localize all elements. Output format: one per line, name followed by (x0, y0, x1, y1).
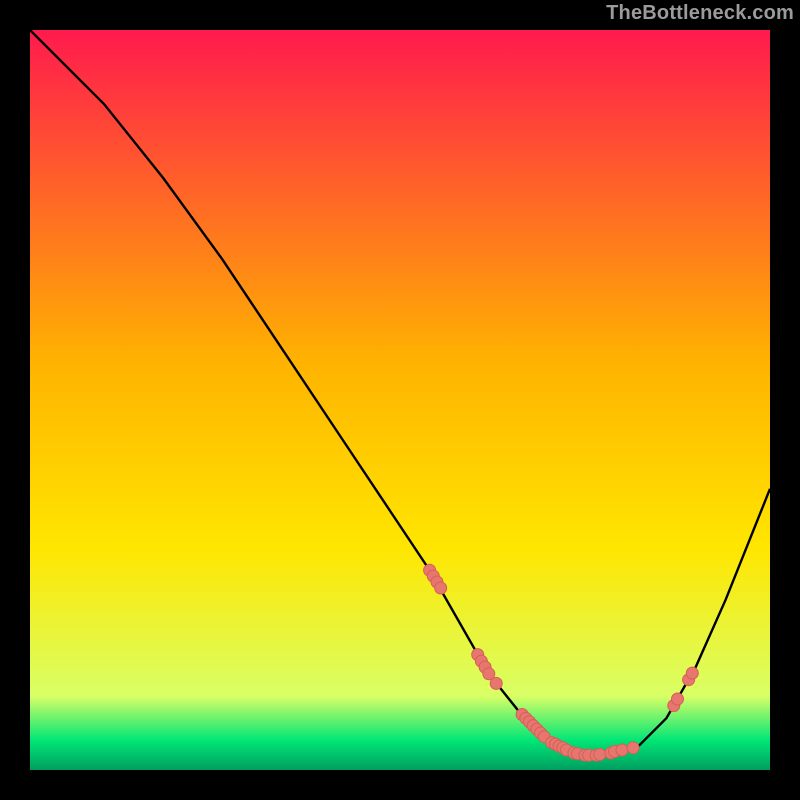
data-marker (490, 677, 502, 689)
watermark-text: TheBottleneck.com (606, 2, 794, 25)
gradient-background (30, 30, 770, 770)
bottleneck-chart (30, 30, 770, 770)
data-marker (594, 749, 606, 761)
data-marker (627, 742, 639, 754)
chart-stage (30, 30, 770, 770)
data-marker (435, 582, 447, 594)
data-marker (616, 744, 628, 756)
data-marker (672, 693, 684, 705)
data-marker (686, 667, 698, 679)
